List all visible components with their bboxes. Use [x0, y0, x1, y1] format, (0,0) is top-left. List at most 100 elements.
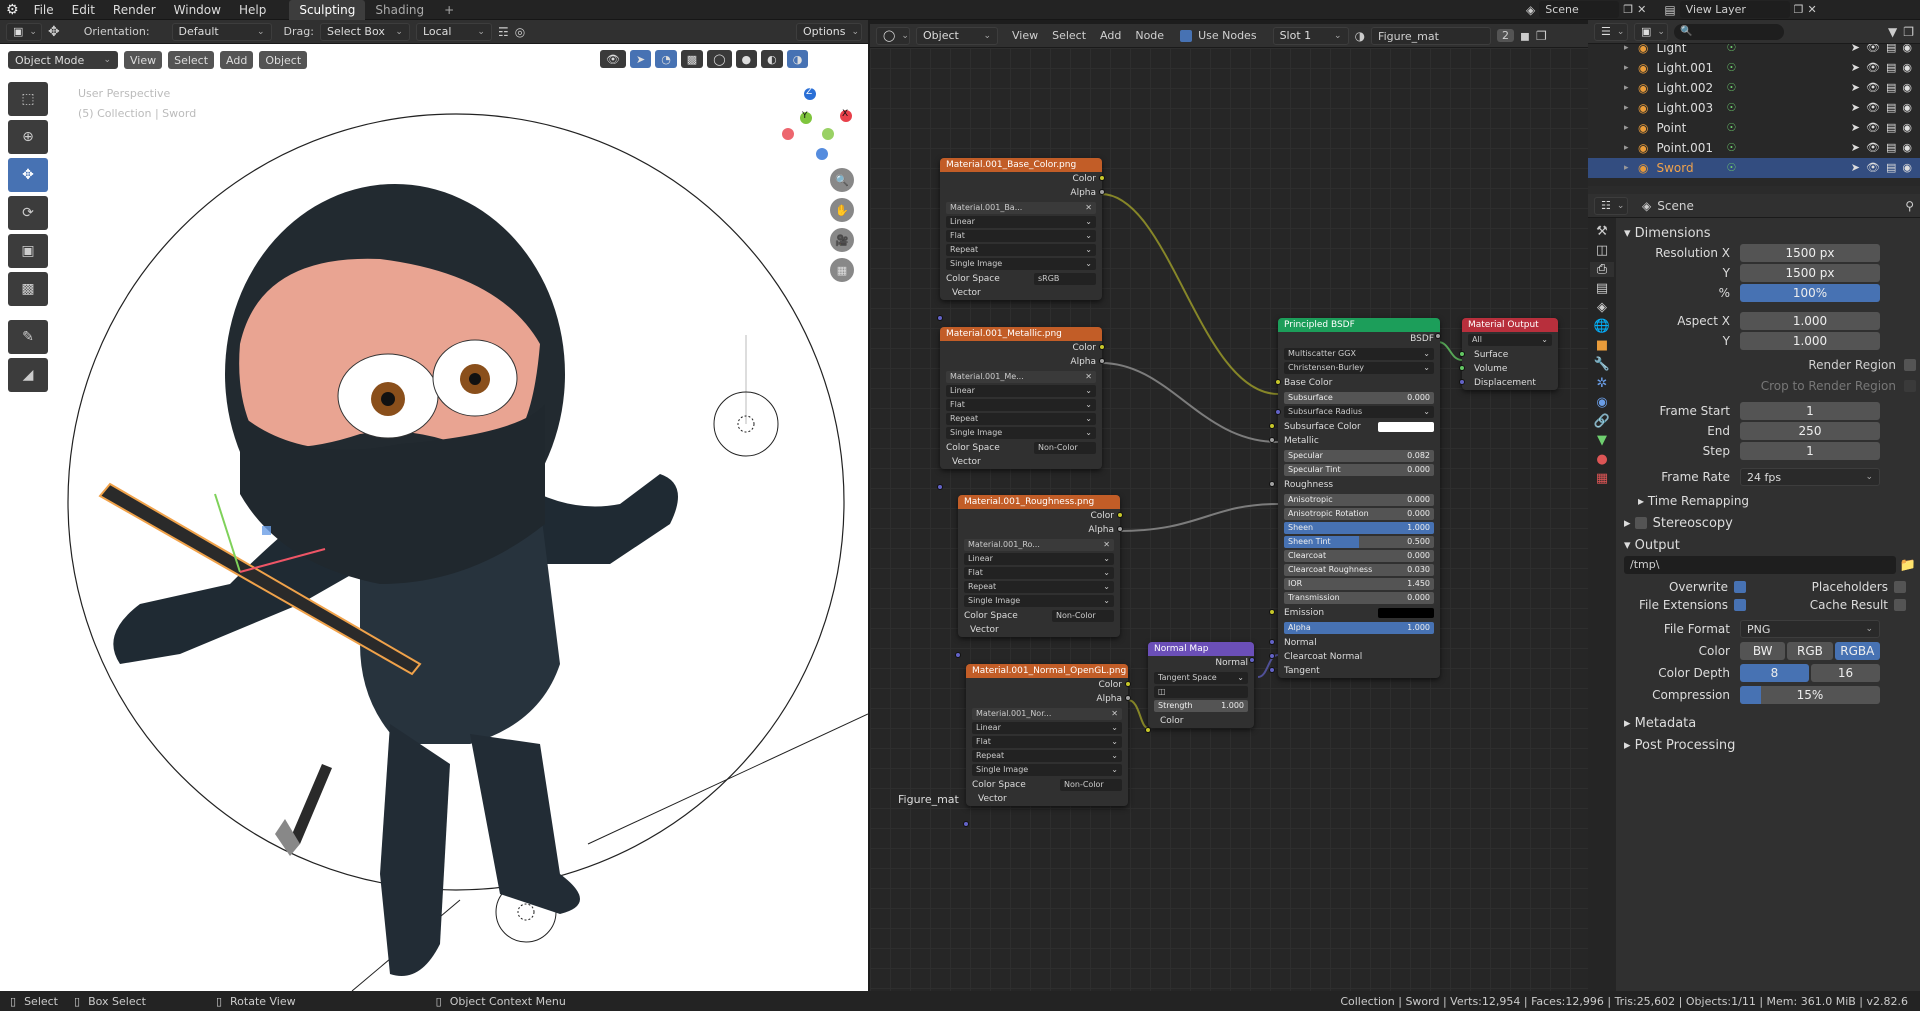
menu-select[interactable]: Select — [1052, 29, 1086, 42]
image-texture-node[interactable]: Material.001_Base_Color.png Color Alpha Mat… — [937, 158, 1105, 321]
render-camera-icon[interactable]: ◉ — [1902, 78, 1912, 98]
color-rgba-button[interactable]: RGBA — [1834, 642, 1880, 660]
node-editor-type-dropdown[interactable]: ◯ — [876, 26, 910, 45]
sss-method-dropdown[interactable]: Christensen-Burley ⌄ — [1284, 362, 1434, 374]
zoom-icon[interactable]: 🔍 — [830, 168, 854, 192]
outliner-row[interactable]: ▸ ◉ Point.001 ☉ ➤ 👁 ▤ ◉ — [1588, 138, 1920, 158]
selectable-icon[interactable]: ➤ — [1851, 98, 1860, 118]
extension-dropdown[interactable]: Repeat ⌄ — [946, 244, 1096, 256]
texture-tab-icon[interactable]: ▦ — [1596, 471, 1608, 486]
output-node-title[interactable]: Material Output — [1462, 318, 1558, 332]
source-dropdown[interactable]: Single Image ⌄ — [946, 427, 1096, 439]
bsdf-input-subsurface[interactable]: Subsurface 0.000 — [1284, 392, 1434, 404]
image-node-title[interactable]: Material.001_Metallic.png — [940, 327, 1102, 341]
image-datablock-field[interactable]: Material.001_Me... ✕ — [946, 371, 1096, 383]
material-name-field[interactable]: Figure_mat — [1371, 26, 1492, 45]
selectable-icon[interactable]: ➤ — [1851, 58, 1860, 78]
visibility-eye-icon[interactable]: 👁 — [1866, 118, 1880, 138]
new-collection-icon[interactable]: ❐ — [1903, 25, 1914, 39]
filter-icon[interactable]: ▼ — [1888, 25, 1897, 39]
selectable-icon[interactable]: ➤ — [1851, 78, 1860, 98]
file-format-dropdown[interactable]: PNG — [1740, 620, 1880, 638]
visibility-eye-icon[interactable]: 👁 — [1866, 98, 1880, 118]
principled-bsdf-node[interactable]: Principled BSDF BSDF Multiscatter GGX ⌄ C… — [1269, 318, 1441, 678]
color-bw-button[interactable]: BW — [1740, 642, 1786, 660]
output-panel-header[interactable]: ▾ Output — [1624, 534, 1916, 556]
use-nodes-checkbox[interactable] — [1180, 29, 1193, 42]
viewport-display-icon[interactable]: ▤ — [1886, 44, 1896, 58]
view-layer-icon[interactable]: ▤ — [1664, 3, 1675, 17]
outliner-item-name[interactable]: Sword — [1656, 158, 1726, 178]
color-rgb-button[interactable]: RGB — [1787, 642, 1833, 660]
pin-icon[interactable]: ⚲ — [1905, 199, 1914, 213]
strength-field[interactable]: Strength 1.000 — [1154, 700, 1248, 712]
stereoscopy-panel-header[interactable]: ▸ Stereoscopy — [1624, 512, 1916, 534]
resolution-y-field[interactable]: 1500 px — [1740, 264, 1880, 282]
image-node-title[interactable]: Material.001_Roughness.png — [958, 495, 1120, 509]
bsdf-input-sheen[interactable]: Sheen 1.000 — [1284, 522, 1434, 534]
image-node-title[interactable]: Material.001_Normal_OpenGL.png — [966, 664, 1128, 678]
interpolation-dropdown[interactable]: Linear ⌄ — [972, 722, 1122, 734]
outliner-row[interactable]: ▸ ◉ Light.001 ☉ ➤ 👁 ▤ ◉ — [1588, 58, 1920, 78]
camera-view-icon[interactable]: 🎥 — [830, 228, 854, 252]
bsdf-node-title[interactable]: Principled BSDF — [1278, 318, 1440, 332]
transform-tool-icon[interactable]: ✥ — [48, 24, 60, 40]
image-texture-node[interactable]: Material.001_Roughness.png Color Alpha Mate… — [955, 495, 1123, 658]
viewport-display-icon[interactable]: ▤ — [1886, 118, 1896, 138]
color-space-dropdown[interactable]: Non-Color — [1060, 779, 1122, 791]
visibility-eye-icon[interactable]: 👁 — [1866, 78, 1880, 98]
properties-type-dropdown[interactable]: ☷ — [1594, 196, 1628, 215]
new-scene-icon[interactable]: ❐ — [1623, 3, 1633, 16]
viewport-display-icon[interactable]: ▤ — [1886, 78, 1896, 98]
selectable-icon[interactable]: ➤ — [1851, 118, 1860, 138]
delete-view-layer-icon[interactable]: ✕ — [1808, 3, 1817, 16]
extension-dropdown[interactable]: Repeat ⌄ — [964, 581, 1114, 593]
outliner-item-name[interactable]: Light.001 — [1656, 58, 1726, 78]
projection-dropdown[interactable]: Flat ⌄ — [946, 230, 1096, 242]
node-editor[interactable]: Material.001_Base_Color.png Color Alpha Mat… — [870, 48, 1588, 991]
drag-dropdown[interactable]: Select Box — [319, 22, 410, 41]
outliner-item-name[interactable]: Light.003 — [1656, 98, 1726, 118]
aspect-y-field[interactable]: 1.000 — [1740, 332, 1880, 350]
outliner-row[interactable]: ▸ ◉ Light.003 ☉ ➤ 👁 ▤ ◉ — [1588, 98, 1920, 118]
bsdf-input-specular[interactable]: Specular 0.082 — [1284, 450, 1434, 462]
render-region-checkbox[interactable] — [1904, 359, 1916, 371]
output-target-dropdown[interactable]: All ⌄ — [1468, 334, 1552, 346]
frame-start-field[interactable]: 1 — [1740, 402, 1880, 420]
object-data-icon[interactable]: ☉ — [1726, 58, 1736, 78]
tool-tab-icon[interactable]: ⚒ — [1596, 224, 1608, 239]
menu-help[interactable]: Help — [230, 0, 275, 20]
post-processing-panel-header[interactable]: ▸ Post Processing — [1624, 734, 1916, 756]
resolution-x-field[interactable]: 1500 px — [1740, 244, 1880, 262]
new-view-layer-icon[interactable]: ❐ — [1794, 3, 1804, 16]
object-data-icon[interactable]: ☉ — [1726, 118, 1736, 138]
outliner-item-name[interactable]: Light.002 — [1656, 78, 1726, 98]
projection-dropdown[interactable]: Flat ⌄ — [964, 567, 1114, 579]
interpolation-dropdown[interactable]: Linear ⌄ — [946, 385, 1096, 397]
normal-space-dropdown[interactable]: Tangent Space ⌄ — [1154, 672, 1248, 684]
world-tab-icon[interactable]: 🌐 — [1594, 319, 1610, 334]
outliner-item-name[interactable]: Light — [1656, 44, 1726, 58]
3d-viewport[interactable]: Object Mode View Select Add Object 👁 ➤ ◔… — [0, 44, 868, 991]
axis-x-label[interactable]: X — [842, 109, 848, 119]
extension-dropdown[interactable]: Repeat ⌄ — [972, 750, 1122, 762]
menu-node[interactable]: Node — [1135, 29, 1164, 42]
frame-end-field[interactable]: 250 — [1740, 422, 1880, 440]
display-mode-dropdown[interactable]: ▣ — [1634, 22, 1668, 41]
depth-8-button[interactable]: 8 — [1740, 664, 1809, 682]
bsdf-input-clearcoat-roughness[interactable]: Clearcoat Roughness 0.030 — [1284, 564, 1434, 576]
projection-dropdown[interactable]: Flat ⌄ — [972, 736, 1122, 748]
expand-arrow-icon[interactable]: ▸ — [1624, 78, 1629, 98]
selectable-icon[interactable]: ➤ — [1851, 158, 1860, 178]
extension-dropdown[interactable]: Repeat ⌄ — [946, 413, 1096, 425]
object-data-icon[interactable]: ☉ — [1726, 138, 1736, 158]
menu-add[interactable]: Add — [1100, 29, 1121, 42]
material-output-node[interactable]: Material Output All ⌄ Surface Volume Disp… — [1459, 318, 1558, 390]
object-tab-icon[interactable]: ■ — [1596, 338, 1608, 353]
menu-file[interactable]: File — [25, 0, 63, 20]
render-camera-icon[interactable]: ◉ — [1902, 138, 1912, 158]
image-datablock-field[interactable]: Material.001_Ba... ✕ — [946, 202, 1096, 214]
constraints-tab-icon[interactable]: 🔗 — [1594, 414, 1610, 429]
bsdf-input-anisotropic[interactable]: Anisotropic 0.000 — [1284, 494, 1434, 506]
metadata-panel-header[interactable]: ▸ Metadata — [1624, 712, 1916, 734]
